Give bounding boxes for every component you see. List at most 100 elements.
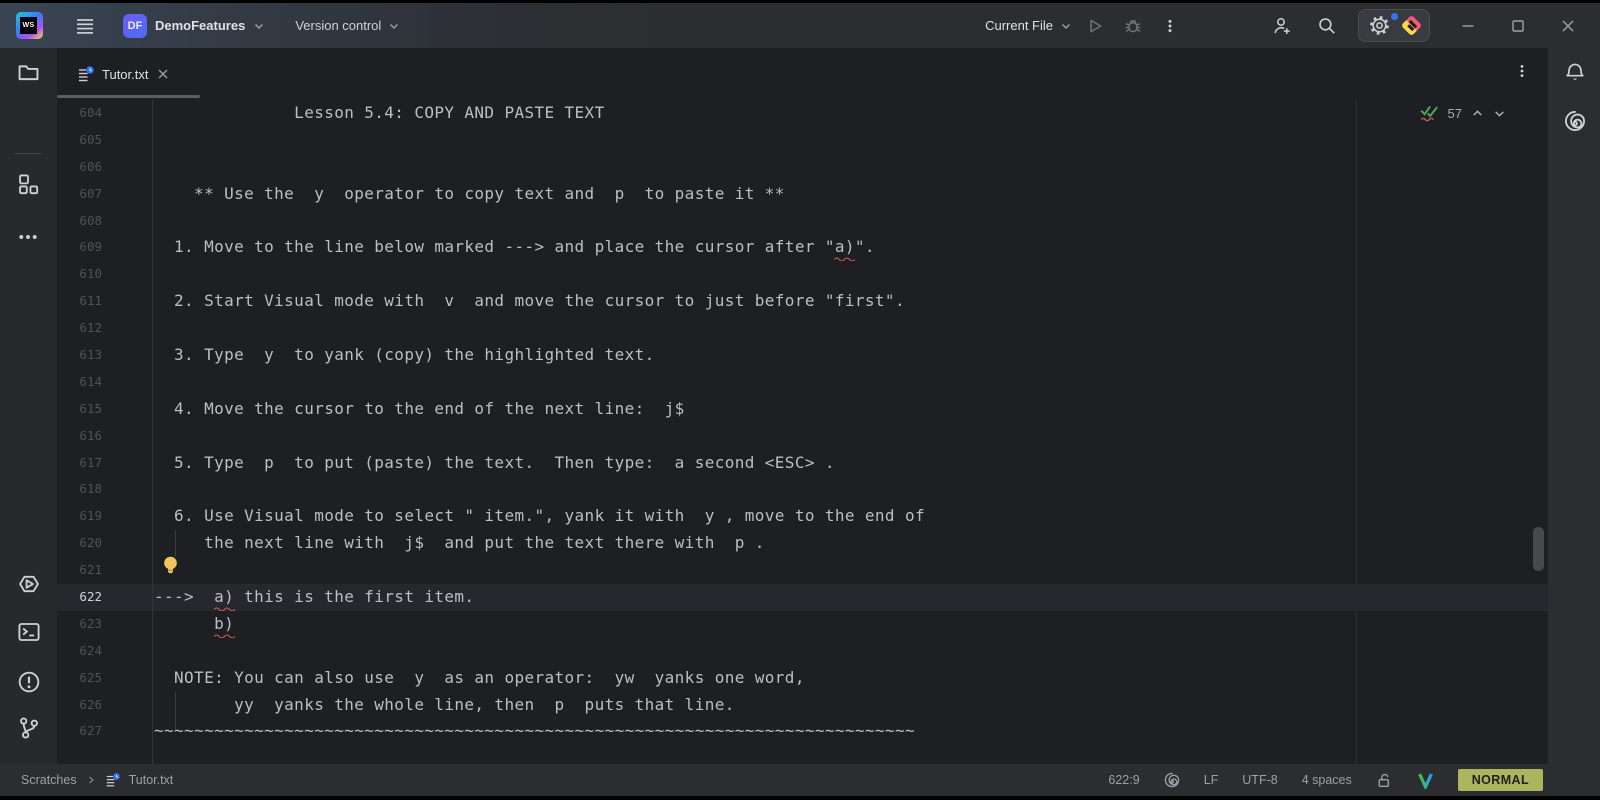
- chevron-down-icon: [255, 23, 264, 29]
- structure-icon: [19, 174, 39, 195]
- code-line[interactable]: 625 NOTE: You can also use y as an opera…: [57, 665, 1548, 692]
- tab-tutor-txt[interactable]: Tutor.txt: [57, 48, 200, 100]
- line-number[interactable]: 625: [57, 665, 152, 692]
- caret-position[interactable]: 622:9: [1108, 773, 1139, 787]
- notifications-button[interactable]: [1564, 62, 1586, 84]
- next-problem-chevron-icon[interactable]: [1493, 107, 1506, 120]
- main-menu-button[interactable]: [69, 10, 101, 42]
- line-number[interactable]: 616: [57, 423, 152, 450]
- line-number[interactable]: 615: [57, 396, 152, 423]
- run-tool-window-button[interactable]: [17, 572, 41, 596]
- code-line[interactable]: 614: [57, 369, 1548, 396]
- line-number[interactable]: 627: [57, 718, 152, 745]
- editor-scrollbar-thumb[interactable]: [1533, 527, 1544, 571]
- code-line[interactable]: 618: [57, 476, 1548, 503]
- line-number[interactable]: 611: [57, 288, 152, 315]
- project-widget[interactable]: DF DemoFeatures: [123, 13, 265, 38]
- code-line[interactable]: 613 3. Type y to yank (copy) the highlig…: [57, 342, 1548, 369]
- structure-tool-button[interactable]: [17, 173, 39, 195]
- run-configuration-selector[interactable]: Current File: [985, 18, 1072, 33]
- line-number[interactable]: 610: [57, 261, 152, 288]
- line-number[interactable]: 612: [57, 315, 152, 342]
- maximize-icon[interactable]: [1510, 18, 1526, 34]
- run-button[interactable]: [1086, 10, 1104, 42]
- code-line[interactable]: 620 the next line with j$ and put the te…: [57, 530, 1548, 557]
- line-text: [152, 369, 1548, 396]
- editor-options-button[interactable]: [1514, 63, 1530, 79]
- close-icon[interactable]: [1560, 18, 1576, 34]
- search-everywhere-button[interactable]: [1317, 10, 1337, 42]
- indent-setting[interactable]: 4 spaces: [1302, 773, 1352, 787]
- line-number[interactable]: 623: [57, 611, 152, 638]
- vim-mode-badge[interactable]: NORMAL: [1457, 769, 1543, 791]
- code-line[interactable]: 623 b): [57, 611, 1548, 638]
- code-line[interactable]: 615 4. Move the cursor to the end of the…: [57, 396, 1548, 423]
- line-number[interactable]: 624: [57, 638, 152, 665]
- intention-bulb-icon[interactable]: [162, 555, 179, 577]
- unlocked-icon[interactable]: [1376, 772, 1393, 789]
- vcs-widget[interactable]: Version control: [295, 18, 400, 33]
- code-line[interactable]: 626 yy yanks the whole line, then p puts…: [57, 692, 1548, 719]
- line-number[interactable]: 619: [57, 503, 152, 530]
- line-text: ---> a) this is the first item.: [154, 587, 475, 607]
- version-control-tool-window-button[interactable]: [17, 716, 41, 740]
- line-number[interactable]: 607: [57, 181, 152, 208]
- breadcrumb: Scratches Tutor.txt: [21, 772, 174, 788]
- breadcrumb-file[interactable]: Tutor.txt: [129, 773, 174, 787]
- line-number[interactable]: 604: [57, 100, 152, 127]
- line-number[interactable]: 614: [57, 369, 152, 396]
- line-number[interactable]: 606: [57, 154, 152, 181]
- ai-assistant-status-icon[interactable]: [1164, 772, 1180, 788]
- ideavim-v-icon[interactable]: [1417, 772, 1434, 789]
- prev-problem-chevron-icon[interactable]: [1471, 107, 1484, 120]
- line-number[interactable]: 622: [57, 584, 152, 611]
- webstorm-logo-icon[interactable]: WS: [16, 12, 43, 39]
- settings-gear-icon[interactable]: [1369, 15, 1390, 36]
- line-number[interactable]: 617: [57, 450, 152, 477]
- inspections-widget[interactable]: 57: [1420, 104, 1506, 122]
- line-number[interactable]: 626: [57, 692, 152, 719]
- ideavim-plugin-icon[interactable]: [1400, 14, 1423, 37]
- code-line[interactable]: 606: [57, 154, 1548, 181]
- code-line[interactable]: 609 1. Move to the line below marked ---…: [57, 234, 1548, 261]
- line-number[interactable]: 620: [57, 530, 152, 557]
- code-line[interactable]: 608: [57, 208, 1548, 235]
- code-line[interactable]: 624: [57, 638, 1548, 665]
- line-text: [152, 423, 1548, 450]
- more-tool-windows-button[interactable]: [17, 226, 39, 248]
- breadcrumb-root[interactable]: Scratches: [21, 773, 77, 787]
- line-number[interactable]: 605: [57, 127, 152, 154]
- more-actions-button[interactable]: [1162, 10, 1178, 42]
- tab-close-icon[interactable]: [156, 67, 170, 81]
- code-line[interactable]: 612: [57, 315, 1548, 342]
- code-line[interactable]: 617 5. Type p to put (paste) the text. T…: [57, 450, 1548, 477]
- problems-tool-window-button[interactable]: [17, 670, 41, 694]
- terminal-tool-window-button[interactable]: [17, 620, 41, 644]
- line-separator[interactable]: LF: [1204, 773, 1219, 787]
- toolbar-right-group: Current File: [985, 3, 1600, 48]
- code-line[interactable]: 604 Lesson 5.4: COPY AND PASTE TEXT: [57, 100, 1548, 127]
- code-with-me-button[interactable]: [1272, 10, 1292, 42]
- line-number[interactable]: 618: [57, 476, 152, 503]
- code-line[interactable]: 607 ** Use the y operator to copy text a…: [57, 181, 1548, 208]
- line-number[interactable]: 609: [57, 234, 152, 261]
- code-line[interactable]: 605: [57, 127, 1548, 154]
- code-line[interactable]: 610: [57, 261, 1548, 288]
- editor-pane[interactable]: 604 Lesson 5.4: COPY AND PASTE TEXT 605 60…: [57, 100, 1548, 764]
- chevron-right-icon: [88, 776, 94, 784]
- line-number[interactable]: 608: [57, 208, 152, 235]
- file-encoding[interactable]: UTF-8: [1242, 773, 1277, 787]
- debug-button[interactable]: [1124, 10, 1142, 42]
- code-line[interactable]: 616: [57, 423, 1548, 450]
- line-number[interactable]: 613: [57, 342, 152, 369]
- code-line[interactable]: 621: [57, 557, 1548, 584]
- project-tool-button[interactable]: [17, 61, 40, 84]
- code-line[interactable]: 627 ~~~~~~~~~~~~~~~~~~~~~~~~~~~~~~~~~~~~~…: [57, 718, 1548, 745]
- ai-assistant-button[interactable]: [1564, 110, 1586, 132]
- code-line[interactable]: 622 ---> a) this is the first item.: [57, 584, 1548, 611]
- minimize-icon[interactable]: [1460, 18, 1476, 34]
- typo-squiggle: [214, 634, 235, 638]
- code-line[interactable]: 611 2. Start Visual mode with v and move…: [57, 288, 1548, 315]
- line-number[interactable]: 621: [57, 557, 152, 584]
- code-line[interactable]: 619 6. Use Visual mode to select " item.…: [57, 503, 1548, 530]
